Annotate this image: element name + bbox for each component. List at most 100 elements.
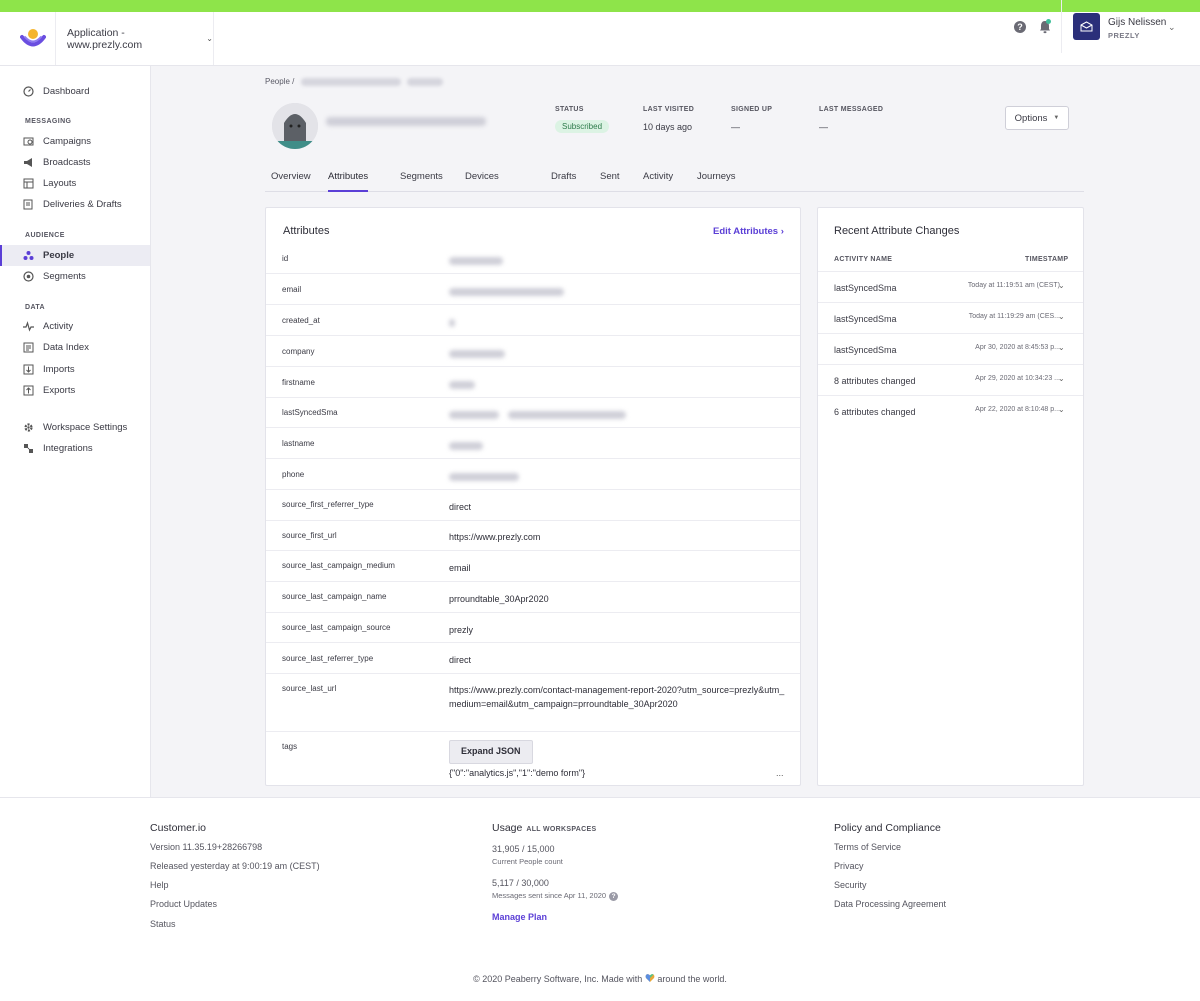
activity-name: 8 attributes changed	[834, 376, 916, 386]
list-item[interactable]: 6 attributes changed Apr 22, 2020 at 8:1…	[818, 395, 1083, 426]
edit-attributes-link[interactable]: Edit Attributes ›	[713, 226, 784, 237]
attribute-key: created_at	[282, 316, 320, 325]
options-label: Options	[1014, 112, 1048, 124]
chevron-down-icon[interactable]: ⌄	[1168, 22, 1176, 33]
list-item[interactable]: lastSyncedSma Apr 30, 2020 at 8:45:53 p.…	[818, 333, 1083, 364]
chevron-down-icon[interactable]: ⌄	[1058, 374, 1065, 383]
sidebar-item-imports[interactable]: Imports	[0, 359, 150, 380]
list-item[interactable]: 8 attributes changed Apr 29, 2020 at 10:…	[818, 364, 1083, 395]
profile-email-redacted	[326, 117, 486, 126]
column-header-activity-name: ACTIVITY NAME	[834, 256, 893, 263]
footer-link-security[interactable]: Security	[834, 880, 867, 890]
more-ellipsis[interactable]: ...	[776, 768, 784, 778]
sidebar-item-campaigns[interactable]: Campaigns	[0, 131, 150, 152]
breadcrumb-redacted-email	[300, 77, 401, 86]
tab-attributes[interactable]: Attributes	[328, 171, 369, 192]
sidebar-item-exports[interactable]: Exports	[0, 380, 150, 401]
help-icon[interactable]: ?	[1014, 21, 1026, 33]
sidebar-item-integrations[interactable]: Integrations	[0, 438, 150, 459]
attribute-row-source-last-campaign-medium: source_last_campaign_medium email	[266, 551, 800, 582]
sidebar-item-people[interactable]: People	[0, 245, 150, 266]
list-item[interactable]: lastSyncedSma Today at 11:19:29 am (CES.…	[818, 302, 1083, 333]
attribute-key: source_last_campaign_name	[282, 592, 387, 601]
tab-segments[interactable]: Segments	[400, 171, 443, 190]
attribute-value-redacted	[449, 470, 519, 484]
attribute-key: phone	[282, 470, 305, 479]
megaphone-icon	[22, 157, 34, 169]
attribute-row-source-first-url: source_first_url https://www.prezly.com	[266, 521, 800, 551]
tab-activity[interactable]: Activity	[643, 171, 673, 190]
attribute-key: tags	[282, 742, 298, 751]
footer-link-help[interactable]: Help	[150, 880, 169, 890]
attribute-value: email	[449, 563, 471, 573]
tab-sent[interactable]: Sent	[600, 171, 620, 190]
options-button[interactable]: Options ▼	[1005, 106, 1069, 130]
chevron-down-icon[interactable]: ⌄	[1058, 405, 1065, 414]
signed-up-value: —	[731, 122, 740, 132]
tab-journeys[interactable]: Journeys	[697, 171, 736, 190]
footer-link-terms[interactable]: Terms of Service	[834, 842, 901, 852]
breadcrumb-people[interactable]: People	[265, 77, 290, 86]
user-name[interactable]: Gijs Nelissen	[1108, 17, 1166, 28]
attribute-key: source_last_campaign_source	[282, 623, 391, 632]
attribute-row-source-last-campaign-source: source_last_campaign_source prezly	[266, 613, 800, 643]
sidebar-item-label: Activity	[43, 321, 74, 332]
sidebar-item-activity[interactable]: Activity	[0, 316, 150, 337]
attribute-value: direct	[449, 502, 472, 512]
sidebar-item-label: Dashboard	[43, 86, 90, 97]
attribute-key: lastSyncedSma	[282, 408, 338, 417]
attribute-value-redacted	[449, 254, 503, 268]
integrations-icon	[22, 443, 34, 455]
help-icon[interactable]: ?	[609, 891, 619, 901]
copyright-text-end: around the world.	[657, 974, 727, 984]
segments-icon	[22, 271, 34, 283]
status-label: STATUS	[555, 106, 584, 113]
user-avatar[interactable]	[1073, 13, 1100, 40]
sidebar-item-label: Layouts	[43, 178, 77, 189]
manage-plan-link[interactable]: Manage Plan	[492, 912, 547, 922]
workspace-switcher[interactable]: Application - www.prezly.com ⌄	[55, 12, 214, 65]
customerio-logo-icon[interactable]	[20, 28, 46, 50]
footer-link-dpa[interactable]: Data Processing Agreement	[834, 899, 946, 909]
attribute-value-redacted	[449, 316, 455, 330]
chevron-down-icon[interactable]: ⌄	[1058, 281, 1065, 290]
footer-link-privacy[interactable]: Privacy	[834, 861, 864, 871]
imports-icon	[22, 364, 34, 376]
footer-link-product-updates[interactable]: Product Updates	[150, 899, 217, 909]
sidebar-item-data-index[interactable]: Data Index	[0, 337, 150, 358]
attribute-key: source_first_referrer_type	[282, 500, 374, 509]
breadcrumb-redacted-name	[406, 77, 443, 86]
profile-tabs: Overview Attributes Segments Devices Dra…	[265, 166, 1084, 192]
footer-link-status[interactable]: Status	[150, 919, 176, 929]
sidebar-item-deliveries[interactable]: Deliveries & Drafts	[0, 194, 150, 215]
sidebar-item-label: Campaigns	[43, 136, 92, 147]
usage-title-text: Usage	[492, 822, 523, 834]
caret-down-icon: ▼	[1053, 115, 1060, 121]
attribute-key: company	[282, 347, 315, 356]
tab-drafts[interactable]: Drafts	[551, 171, 576, 190]
chevron-down-icon[interactable]: ⌄	[1058, 312, 1065, 321]
attribute-row-source-last-url: source_last_url https://www.prezly.com/c…	[266, 674, 800, 732]
heart-icon	[645, 974, 655, 982]
attribute-row-source-last-referrer-type: source_last_referrer_type direct	[266, 643, 800, 674]
attribute-value: direct	[449, 655, 472, 665]
chevron-down-icon[interactable]: ⌄	[1058, 343, 1065, 352]
list-item[interactable]: lastSyncedSma Today at 11:19:51 am (CEST…	[818, 271, 1083, 302]
sidebar-item-layouts[interactable]: Layouts	[0, 173, 150, 194]
sidebar-item-workspace-settings[interactable]: Workspace Settings	[0, 417, 150, 438]
tab-devices[interactable]: Devices	[465, 171, 499, 190]
tab-overview[interactable]: Overview	[271, 171, 311, 190]
column-header-timestamp: TIMESTAMP	[1025, 256, 1069, 263]
sidebar-item-segments[interactable]: Segments	[0, 266, 150, 287]
sidebar-item-dashboard[interactable]: Dashboard	[0, 81, 150, 102]
people-count: 31,905 / 15,000	[492, 844, 555, 854]
attribute-tags-value: Expand JSON	[449, 740, 533, 764]
sidebar-item-broadcasts[interactable]: Broadcasts	[0, 152, 150, 173]
expand-json-button[interactable]: Expand JSON	[449, 740, 533, 764]
messages-count: 5,117 / 30,000	[492, 878, 549, 888]
attributes-title: Attributes	[283, 225, 330, 237]
copyright-text: © 2020 Peaberry Software, Inc. Made with	[473, 974, 643, 984]
people-icon	[22, 250, 34, 262]
messages-label-text: Messages sent since Apr 11, 2020	[492, 891, 607, 900]
copyright: © 2020 Peaberry Software, Inc. Made with…	[0, 973, 1200, 984]
